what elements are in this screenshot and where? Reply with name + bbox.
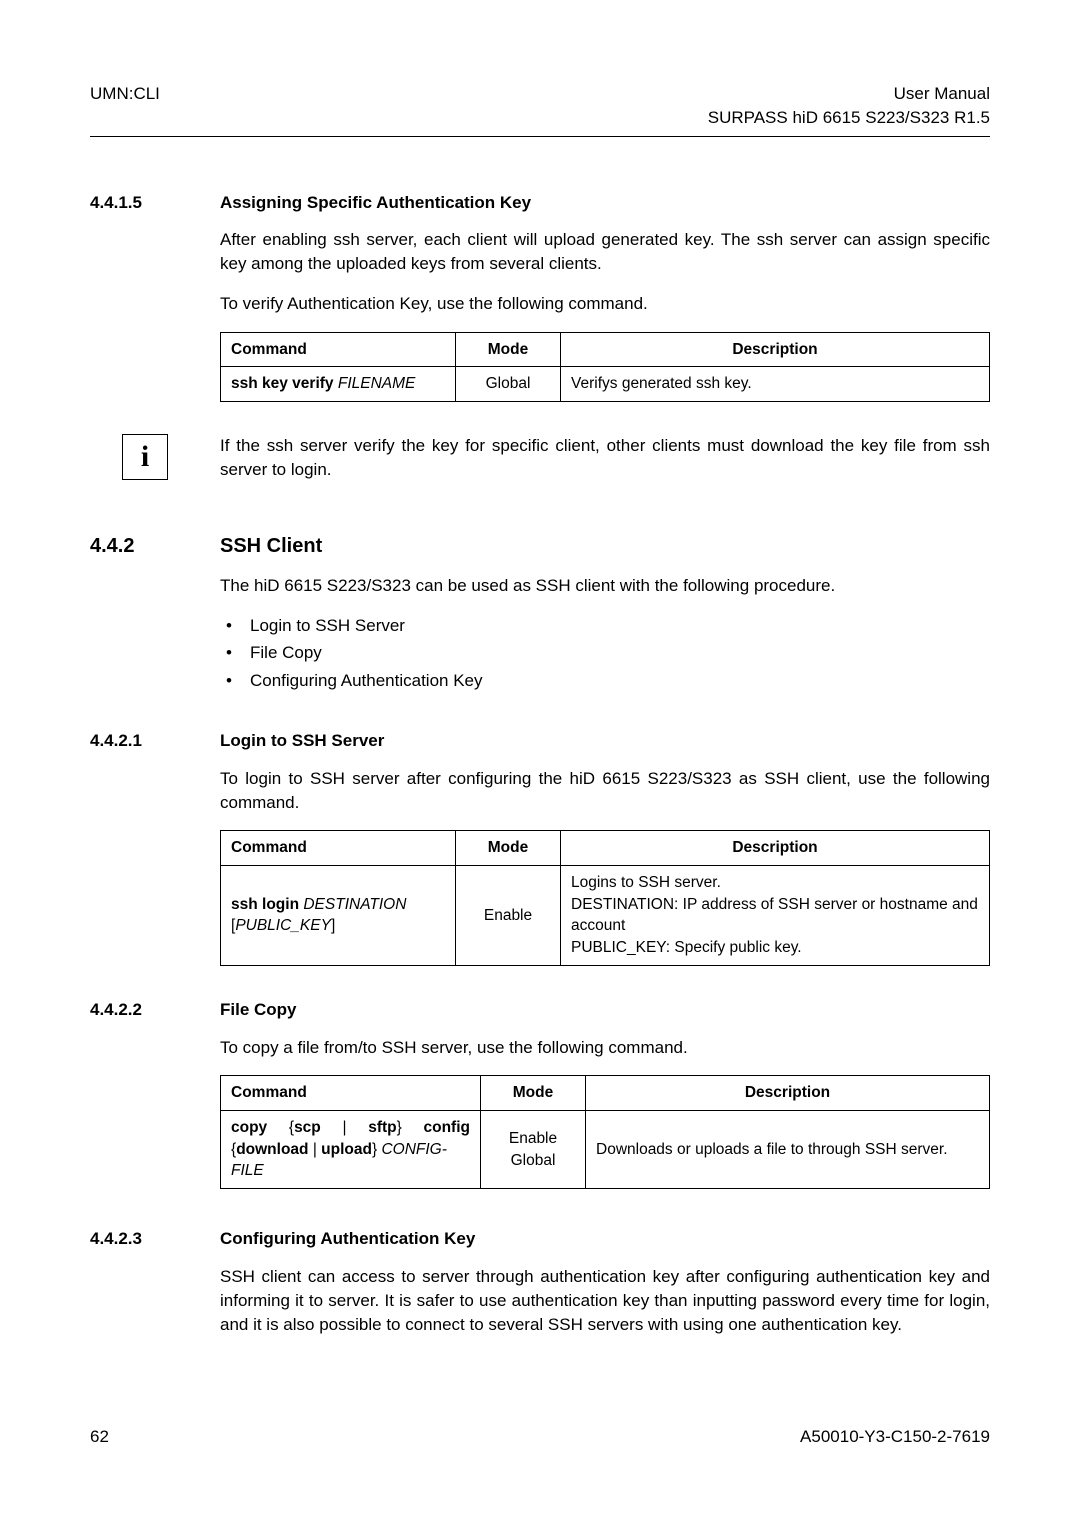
table-header-command: Command (221, 1076, 481, 1111)
cell-desc-line: PUBLIC_KEY: Specify public key. (571, 937, 979, 959)
cmd-bold: download (236, 1141, 308, 1158)
cell-description: Downloads or uploads a file to through S… (586, 1111, 990, 1189)
heading-number: 4.4.2.2 (90, 998, 220, 1022)
heading-number: 4.4.2 (90, 532, 220, 560)
bullet-list: Login to SSH Server File Copy Configurin… (220, 614, 990, 693)
paragraph: The hiD 6615 S223/S323 can be used as SS… (220, 574, 990, 598)
doc-id: A50010-Y3-C150-2-7619 (800, 1425, 990, 1449)
heading-number: 4.4.2.3 (90, 1227, 220, 1251)
heading-title: SSH Client (220, 532, 322, 560)
cell-desc-line: Logins to SSH server. (571, 872, 979, 894)
command-table-file-copy: Command Mode Description copy {scp | sft… (220, 1075, 990, 1189)
cmd-bold: ssh login (231, 896, 299, 913)
info-note: i If the ssh server verify the key for s… (90, 434, 990, 482)
table-header-description: Description (561, 831, 990, 866)
table-header-mode: Mode (456, 332, 561, 367)
cmd-plain: | (321, 1119, 368, 1136)
page-number: 62 (90, 1425, 109, 1449)
table-header-mode: Mode (481, 1076, 586, 1111)
table-row: copy {scp | sftp} config {download | upl… (221, 1111, 990, 1189)
cmd-bold: copy (231, 1119, 267, 1136)
heading-4-4-2-2: 4.4.2.2 File Copy (90, 998, 990, 1022)
heading-title: Login to SSH Server (220, 729, 384, 753)
info-icon: i (122, 434, 168, 480)
header-right-sub: SURPASS hiD 6615 S223/S323 R1.5 (708, 106, 990, 130)
paragraph: To login to SSH server after configuring… (220, 767, 990, 815)
cell-mode-line: Enable (509, 1130, 557, 1147)
list-item: Configuring Authentication Key (220, 669, 990, 693)
header-right-top: User Manual (708, 82, 990, 106)
table-row: ssh key verify FILENAME Global Verifys g… (221, 367, 990, 402)
heading-4-4-2-3: 4.4.2.3 Configuring Authentication Key (90, 1227, 990, 1251)
paragraph: To verify Authentication Key, use the fo… (220, 292, 990, 316)
cmd-bold: scp (294, 1119, 321, 1136)
cmd-bold: config (424, 1119, 471, 1136)
cmd-bold: sftp (368, 1119, 396, 1136)
cmd-plain: } (397, 1119, 424, 1136)
table-header-description: Description (586, 1076, 990, 1111)
cell-description: Verifys generated ssh key. (561, 367, 990, 402)
cmd-italic: FILENAME (334, 375, 416, 392)
cell-desc-line: DESTINATION: IP address of SSH server or… (571, 894, 979, 937)
header-left: UMN:CLI (90, 82, 160, 130)
heading-4-4-1-5: 4.4.1.5 Assigning Specific Authenticatio… (90, 191, 990, 215)
heading-title: Assigning Specific Authentication Key (220, 191, 531, 215)
paragraph: SSH client can access to server through … (220, 1265, 990, 1336)
list-item: File Copy (220, 641, 990, 665)
info-text: If the ssh server verify the key for spe… (220, 434, 990, 482)
paragraph: After enabling ssh server, each client w… (220, 228, 990, 276)
cmd-plain: { (267, 1119, 294, 1136)
heading-title: File Copy (220, 998, 297, 1022)
cmd-italic: PUBLIC_KEY (235, 917, 331, 934)
table-header-mode: Mode (456, 831, 561, 866)
cell-mode-line: Global (511, 1152, 556, 1169)
cell-mode: Global (456, 367, 561, 402)
cmd-plain: | (309, 1141, 322, 1158)
table-header-description: Description (561, 332, 990, 367)
cmd-italic: DESTINATION (299, 896, 406, 913)
command-table-verify-key: Command Mode Description ssh key verify … (220, 332, 990, 402)
command-table-ssh-login: Command Mode Description ssh login DESTI… (220, 830, 990, 965)
page-header: UMN:CLI User Manual SURPASS hiD 6615 S22… (90, 82, 990, 130)
table-row: ssh login DESTINATION [PUBLIC_KEY] Enabl… (221, 866, 990, 966)
cmd-bold: upload (321, 1141, 372, 1158)
list-item: Login to SSH Server (220, 614, 990, 638)
heading-number: 4.4.1.5 (90, 191, 220, 215)
cmd-bold: ssh key verify (231, 375, 334, 392)
table-header-command: Command (221, 332, 456, 367)
heading-4-4-2-1: 4.4.2.1 Login to SSH Server (90, 729, 990, 753)
table-header-command: Command (221, 831, 456, 866)
paragraph: To copy a file from/to SSH server, use t… (220, 1036, 990, 1060)
heading-title: Configuring Authentication Key (220, 1227, 475, 1251)
cell-mode: Enable (456, 866, 561, 966)
page-footer: 62 A50010-Y3-C150-2-7619 (90, 1425, 990, 1449)
heading-number: 4.4.2.1 (90, 729, 220, 753)
heading-4-4-2: 4.4.2 SSH Client (90, 532, 990, 560)
